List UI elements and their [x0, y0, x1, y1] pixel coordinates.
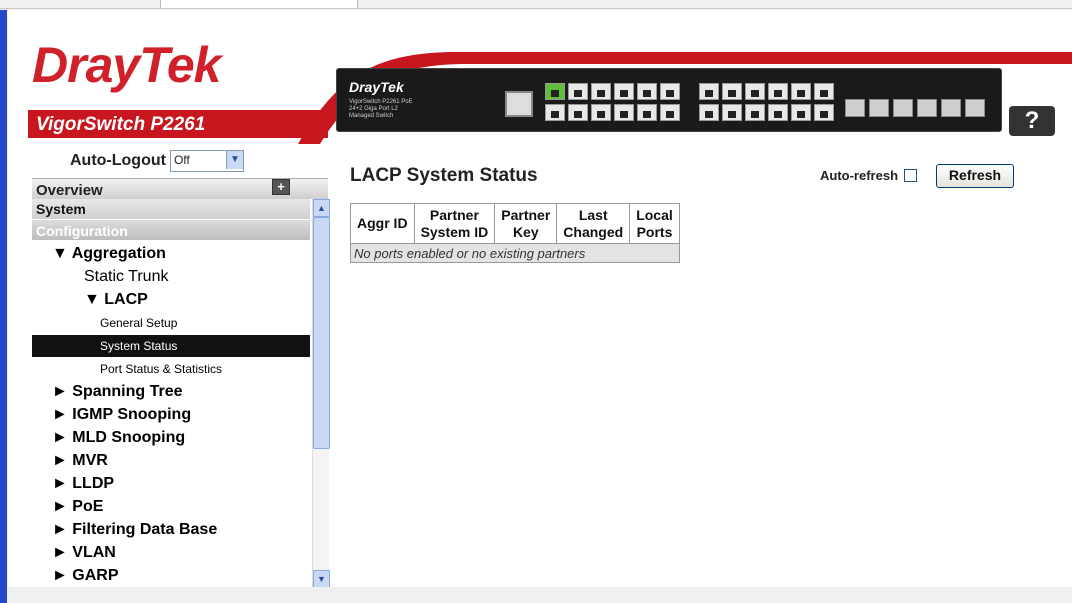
header: DrayTek VigorSwitch P2261 DrayTek VigorS… — [8, 10, 1072, 144]
sidebar-item-lldp[interactable]: ► LLDP — [32, 473, 310, 495]
table-header-row: Aggr ID Partner System ID Partner Key Last… — [350, 203, 680, 244]
sidebar-item-static-trunk[interactable]: Static Trunk — [32, 266, 310, 288]
sidebar-item-port-status-statistics[interactable]: Port Status & Statistics — [32, 358, 310, 380]
chevron-down-icon[interactable]: ▼ — [225, 151, 243, 169]
port-21[interactable] — [791, 83, 811, 100]
page: DrayTek VigorSwitch P2261 DrayTek VigorS… — [8, 10, 1072, 603]
port-7[interactable] — [614, 83, 634, 100]
port-19[interactable] — [768, 83, 788, 100]
sidebar-item-garp[interactable]: ► GARP — [32, 565, 310, 587]
sidebar-scrollbar[interactable]: ▲ ▼ — [312, 199, 330, 588]
port-13[interactable] — [699, 83, 719, 100]
sidebar-system[interactable]: System — [32, 199, 310, 219]
sidebar-configuration-label: Configuration — [36, 223, 128, 239]
auto-refresh: Auto-refresh — [820, 168, 918, 183]
table-row: No ports enabled or no existing partners — [350, 243, 680, 263]
auto-logout-select[interactable]: Off ▼ — [169, 150, 244, 172]
port-15[interactable] — [722, 83, 742, 100]
sfp-port[interactable] — [869, 99, 889, 117]
sfp-group-1 — [845, 99, 937, 117]
sidebar-system-label: System — [36, 201, 86, 217]
col-partner-system-id: Partner System ID — [413, 203, 496, 244]
port-20[interactable] — [768, 104, 788, 121]
port-10[interactable] — [637, 104, 657, 121]
port-16[interactable] — [722, 104, 742, 121]
draytek-logo: DrayTek — [32, 37, 221, 93]
sidebar-overview-label: Overview — [36, 182, 103, 199]
port-6[interactable] — [591, 104, 611, 121]
port-group-1 — [545, 83, 680, 121]
device-logo: DrayTek — [349, 79, 404, 95]
sidebar-item-system-status[interactable]: System Status — [32, 335, 310, 357]
refresh-button[interactable]: Refresh — [936, 164, 1014, 188]
empty-message: No ports enabled or no existing partners — [350, 243, 680, 263]
sidebar-item-general-setup[interactable]: General Setup — [32, 312, 310, 334]
sidebar-item-spanning-tree[interactable]: ► Spanning Tree — [32, 381, 310, 403]
port-group-2 — [699, 83, 834, 121]
port-11[interactable] — [660, 83, 680, 100]
port-17[interactable] — [745, 83, 765, 100]
sidebar-configuration[interactable]: Configuration — [32, 220, 310, 240]
port-8[interactable] — [614, 104, 634, 121]
sidebar-item-mvr[interactable]: ► MVR — [32, 450, 310, 472]
switch-device-image: DrayTek VigorSwitch P2261 PoE 24+2 Giga … — [336, 68, 1002, 132]
sidebar-overview[interactable]: Overview + — [32, 178, 328, 199]
sidebar-menu: System Configuration ▼ Aggregation Stati… — [32, 199, 312, 588]
sidebar-item-vlan[interactable]: ► VLAN — [32, 542, 310, 564]
port-5[interactable] — [591, 83, 611, 100]
browser-top-edge — [0, 0, 1072, 9]
sfp-group-2 — [941, 99, 985, 117]
sidebar-item-igmp-snooping[interactable]: ► IGMP Snooping — [32, 404, 310, 426]
sfp-port[interactable] — [941, 99, 961, 117]
browser-tab[interactable] — [160, 0, 358, 8]
sfp-port[interactable] — [893, 99, 913, 117]
scroll-up-icon[interactable]: ▲ — [313, 199, 330, 217]
port-12[interactable] — [660, 104, 680, 121]
sidebar-item-filtering-data-base[interactable]: ► Filtering Data Base — [32, 519, 310, 541]
col-aggr-id: Aggr ID — [350, 203, 415, 244]
scrollbar-thumb[interactable] — [313, 217, 330, 449]
lacp-status-table: Aggr ID Partner System ID Partner Key Last… — [350, 203, 680, 263]
port-22[interactable] — [791, 104, 811, 121]
port-24[interactable] — [814, 104, 834, 121]
port-2[interactable] — [545, 104, 565, 121]
sfp-port[interactable] — [917, 99, 937, 117]
auto-logout-value: Off — [173, 153, 190, 167]
help-button[interactable]: ? — [1009, 106, 1055, 136]
port-18[interactable] — [745, 104, 765, 121]
auto-refresh-label: Auto-refresh — [820, 168, 899, 183]
port-1[interactable] — [545, 83, 565, 100]
sfp-port[interactable] — [965, 99, 985, 117]
sidebar: Overview + System Configuration ▼ Aggreg… — [32, 178, 330, 588]
model-name: VigorSwitch P2261 — [36, 114, 206, 135]
port-9[interactable] — [637, 83, 657, 100]
col-partner-key: Partner Key — [494, 203, 558, 244]
port-23[interactable] — [814, 83, 834, 100]
port-14[interactable] — [699, 104, 719, 121]
sidebar-item-aggregation[interactable]: ▼ Aggregation — [32, 243, 310, 265]
col-local-ports: Local Ports — [629, 203, 680, 244]
bottom-edge — [8, 587, 1072, 603]
col-last-changed: Last Changed — [556, 203, 631, 244]
auto-logout: Auto-Logout Off ▼ — [70, 150, 244, 172]
window-frame-left — [0, 10, 7, 603]
port-3[interactable] — [568, 83, 588, 100]
device-subtitle: VigorSwitch P2261 PoE 24+2 Giga Port L2 … — [349, 99, 413, 119]
console-port — [505, 91, 533, 117]
auto-refresh-checkbox[interactable] — [904, 169, 918, 182]
sfp-port[interactable] — [845, 99, 865, 117]
sidebar-item-lacp[interactable]: ▼ LACP — [32, 289, 310, 311]
plus-icon[interactable]: + — [272, 179, 290, 195]
sidebar-item-poe[interactable]: ► PoE — [32, 496, 310, 518]
scroll-down-icon[interactable]: ▼ — [313, 570, 330, 588]
port-4[interactable] — [568, 104, 588, 121]
auto-logout-label: Auto-Logout — [70, 152, 166, 169]
page-title: LACP System Status — [350, 165, 538, 186]
sidebar-item-mld-snooping[interactable]: ► MLD Snooping — [32, 427, 310, 449]
